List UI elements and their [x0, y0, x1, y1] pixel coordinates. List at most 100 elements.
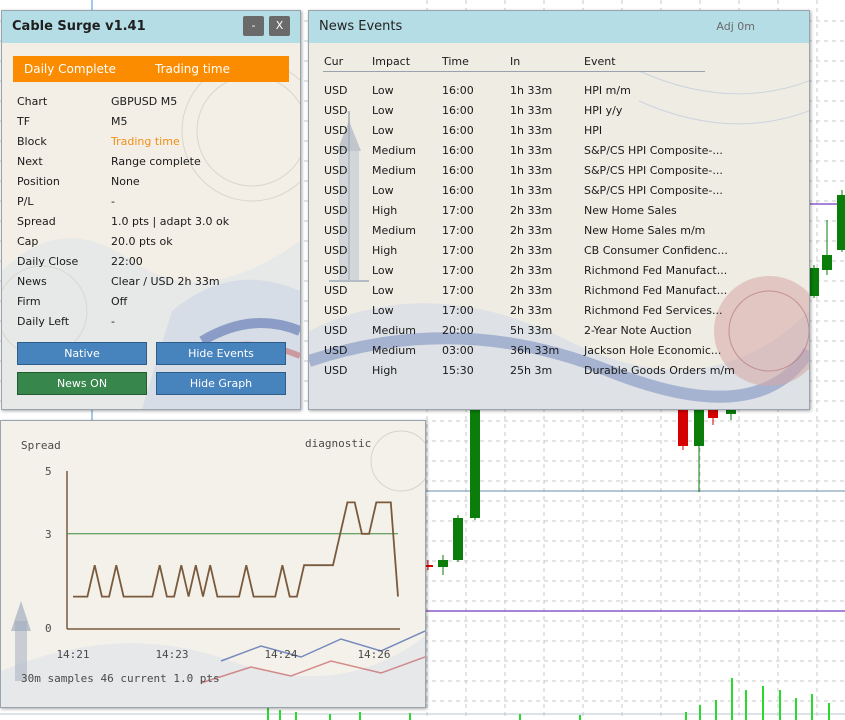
news-event-cell: Jackson Hole Economic...	[584, 344, 722, 357]
news-row[interactable]: USD Low 16:00 1h 33m HPI m/m	[309, 84, 809, 104]
close-button[interactable]: X	[269, 16, 290, 36]
news-cur-cell: USD	[324, 324, 348, 337]
info-label: News	[17, 275, 47, 288]
candle-body	[726, 410, 736, 414]
candle-body	[453, 518, 463, 560]
main-title-bar[interactable]: Cable Surge v1.41 - X	[2, 11, 300, 43]
spread-title: Spread	[21, 439, 61, 452]
x-tick-label: 14:21	[56, 648, 89, 661]
news-in-cell: 5h 33m	[510, 324, 553, 337]
news-in-cell: 1h 33m	[510, 104, 553, 117]
news-event-cell: HPI	[584, 124, 603, 137]
info-label: Daily Close	[17, 255, 79, 268]
spread-footer: 30m samples 46 current 1.0 pts	[21, 672, 220, 685]
news-time-cell: 20:00	[442, 324, 474, 337]
news-event-cell: HPI m/m	[584, 84, 631, 97]
news-time-cell: 15:30	[442, 364, 474, 377]
news-row[interactable]: USD High 17:00 2h 33m CB Consumer Confidenc.…	[309, 244, 809, 264]
news-event-cell: Richmond Fed Services...	[584, 304, 723, 317]
news-cur-cell: USD	[324, 364, 348, 377]
info-value: -	[111, 315, 115, 328]
info-label: TF	[17, 115, 31, 128]
news-event-cell: S&P/CS HPI Composite-...	[584, 144, 723, 157]
news-row[interactable]: USD Medium 16:00 1h 33m S&P/CS HPI Composite…	[309, 164, 809, 184]
info-label: Cap	[17, 235, 39, 248]
candle-body	[470, 408, 480, 518]
news-cur-cell: USD	[324, 104, 348, 117]
news-row[interactable]: USD Low 17:00 2h 33m Richmond Fed Manufact..…	[309, 284, 809, 304]
news-impact-cell: Medium	[372, 224, 416, 237]
news-in-cell: 1h 33m	[510, 184, 553, 197]
info-value: Range complete	[111, 155, 201, 168]
news-row[interactable]: USD Low 17:00 2h 33m Richmond Fed Services..…	[309, 304, 809, 324]
news-in-cell: 25h 3m	[510, 364, 553, 377]
spread-series-line	[73, 501, 399, 598]
news-in-cell: 1h 33m	[510, 124, 553, 137]
status-bar: Daily Complete Trading time	[13, 56, 289, 82]
news-time-cell: 17:00	[442, 244, 474, 257]
news-impact-cell: High	[372, 204, 398, 217]
info-label: Spread	[17, 215, 56, 228]
news-cur-cell: USD	[324, 284, 348, 297]
header-impact: Impact	[372, 55, 411, 68]
news-row[interactable]: USD High 17:00 2h 33m New Home Sales	[309, 204, 809, 224]
header-in: In	[510, 55, 521, 68]
news-row[interactable]: USD Low 16:00 1h 33m S&P/CS HPI Composite-..…	[309, 184, 809, 204]
info-value: GBPUSD M5	[111, 95, 178, 108]
news-in-cell: 2h 33m	[510, 264, 553, 277]
news-cur-cell: USD	[324, 84, 348, 97]
adjust-offset[interactable]: Adj 0m	[716, 20, 755, 33]
news-impact-cell: Low	[372, 284, 394, 297]
candle-body	[837, 195, 845, 250]
news-impact-cell: Medium	[372, 324, 416, 337]
candle-body	[822, 255, 832, 270]
info-value: Off	[111, 295, 128, 308]
info-label: Position	[17, 175, 60, 188]
news-impact-cell: Low	[372, 104, 394, 117]
news-in-cell: 2h 33m	[510, 204, 553, 217]
news-toggle-button[interactable]: News ON	[17, 372, 147, 395]
info-value: Trading time	[111, 135, 180, 148]
news-time-cell: 17:00	[442, 284, 474, 297]
spread-panel: Spread diagnostic 30m samples 46 current…	[0, 420, 426, 708]
native-button[interactable]: Native	[17, 342, 147, 365]
news-row[interactable]: USD Low 16:00 1h 33m HPI	[309, 124, 809, 144]
news-cur-cell: USD	[324, 244, 348, 257]
minimize-button[interactable]: -	[243, 16, 264, 36]
candle-body	[694, 410, 704, 446]
news-impact-cell: Medium	[372, 164, 416, 177]
news-row[interactable]: USD Medium 17:00 2h 33m New Home Sales m/m	[309, 224, 809, 244]
news-row[interactable]: USD High 15:30 25h 3m Durable Goods Orders m…	[309, 364, 809, 384]
news-in-cell: 2h 33m	[510, 224, 553, 237]
news-panel: News Events Adj 0m Cur Impact Time In Ev…	[308, 10, 810, 410]
x-tick-label: 14:26	[357, 648, 390, 661]
news-title-bar[interactable]: News Events Adj 0m	[309, 11, 809, 43]
hide-graph-button[interactable]: Hide Graph	[156, 372, 286, 395]
news-cur-cell: USD	[324, 304, 348, 317]
news-impact-cell: Medium	[372, 344, 416, 357]
info-value: 20.0 pts ok	[111, 235, 173, 248]
news-row[interactable]: USD Medium 16:00 1h 33m S&P/CS HPI Composite…	[309, 144, 809, 164]
news-in-cell: 36h 33m	[510, 344, 560, 357]
header-currency: Cur	[324, 55, 344, 68]
hide-events-button[interactable]: Hide Events	[156, 342, 286, 365]
news-event-cell: 2-Year Note Auction	[584, 324, 692, 337]
news-in-cell: 2h 33m	[510, 244, 553, 257]
news-row[interactable]: USD Medium 20:00 5h 33m 2-Year Note Auction	[309, 324, 809, 344]
news-cur-cell: USD	[324, 164, 348, 177]
news-cur-cell: USD	[324, 184, 348, 197]
news-impact-cell: High	[372, 244, 398, 257]
news-cur-cell: USD	[324, 264, 348, 277]
news-row[interactable]: USD Medium 03:00 36h 33m Jackson Hole Econom…	[309, 344, 809, 364]
trading-status: Trading time	[155, 62, 230, 76]
news-cur-cell: USD	[324, 344, 348, 357]
info-label: P/L	[17, 195, 34, 208]
info-value: None	[111, 175, 140, 188]
news-title: News Events	[319, 19, 403, 34]
news-row[interactable]: USD Low 16:00 1h 33m HPI y/y	[309, 104, 809, 124]
news-row[interactable]: USD Low 17:00 2h 33m Richmond Fed Manufact..…	[309, 264, 809, 284]
y-tick-label: 5	[45, 465, 52, 478]
news-time-cell: 17:00	[442, 204, 474, 217]
info-label: Next	[17, 155, 43, 168]
info-label: Chart	[17, 95, 48, 108]
